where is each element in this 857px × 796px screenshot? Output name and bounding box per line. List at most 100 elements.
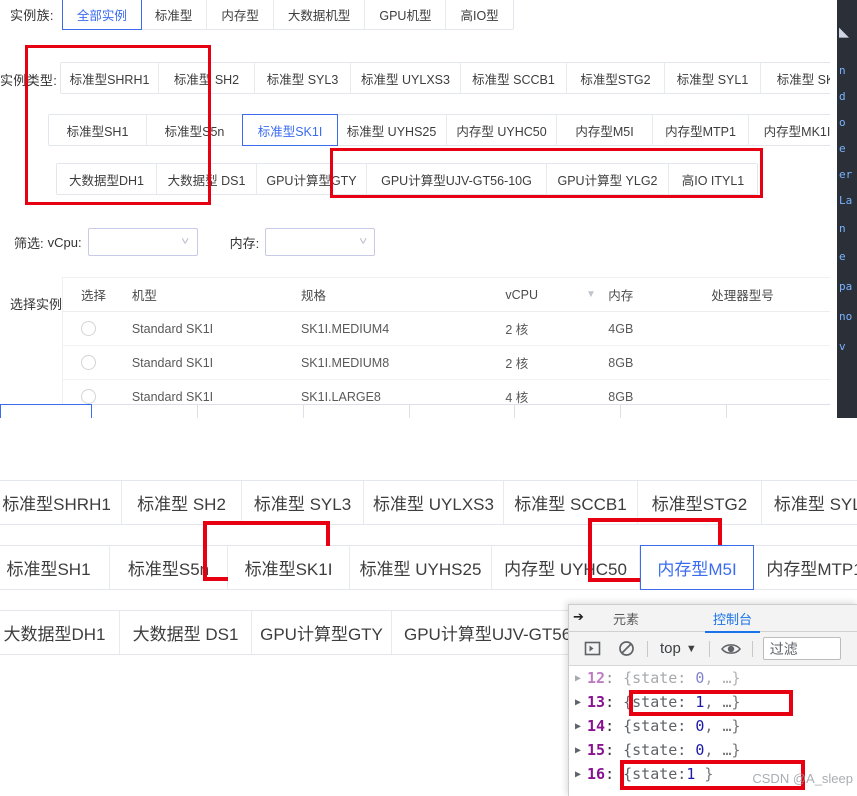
type-tab-stg2[interactable]: 标准型STG2 [567,63,665,93]
memory-select[interactable]: ˅ [265,228,376,256]
row-memory: 4GB [608,321,634,336]
console-line[interactable]: ▶ 14: {state: 0, …} [569,714,857,738]
ztype-tab-uyhs25[interactable]: 标准型 UYHS25 [350,546,492,589]
ztype-tab-sk1i[interactable]: 标准型SK1I [228,546,350,589]
zoom-type-row-2[interactable]: 标准型SH1 标准型S5n 标准型SK1I 标准型 UYHS25 内存型 UYH… [0,545,857,590]
type-tab-syl3[interactable]: 标准型 SYL3 [255,63,351,93]
console-line-index: 13 [587,693,606,711]
devtools-edge-strip: ◣ n d o e er La n e pa no v [830,0,857,418]
console-line-index: 14 [587,717,606,735]
ztype-tab-ds1[interactable]: 大数据型 DS1 [120,611,252,654]
instance-type-row-1[interactable]: 标准型SHRH1 标准型 SH2 标准型 SYL3 标准型 UYLXS3 标准型… [60,62,857,94]
instance-type-row-3[interactable]: 大数据型DH1 大数据型 DS1 GPU计算型GTY GPU计算型UJV-GT5… [56,163,758,195]
ztype-tab-syl1[interactable]: 标准型 SYL1 [762,481,857,524]
console-context-selector[interactable]: top ▼ [652,640,705,657]
radio-icon[interactable] [81,355,96,370]
type-tab-gty[interactable]: GPU计算型GTY [257,164,367,194]
expand-arrow-icon[interactable]: ▶ [575,769,587,780]
clear-console-icon[interactable] [609,632,643,665]
console-state-value: 0 [695,717,705,735]
radio-icon[interactable] [81,321,96,336]
ztype-tab-uyhc50[interactable]: 内存型 UYHC50 [492,546,640,589]
type-tab-shrh1[interactable]: 标准型SHRH1 [61,63,159,93]
console-filter-input[interactable]: 过滤 [762,637,841,660]
funnel-icon[interactable]: ▼ [586,289,596,300]
ztype-tab-uylxs3[interactable]: 标准型 UYLXS3 [364,481,504,524]
row-spec: SK1I.MEDIUM4 [300,321,390,336]
family-tab-all[interactable]: 全部实例 [61,0,142,30]
ztype-tab-shrh1[interactable]: 标准型SHRH1 [0,481,122,524]
row-vcpu: 2 核 [505,357,529,371]
family-tab-bigdata[interactable]: 大数据机型 [273,0,366,29]
type-tab-ujv-gt56-10g[interactable]: GPU计算型UJV-GT56-10G [367,164,547,194]
family-tab-standard[interactable]: 标准型 [140,0,208,29]
console-line-index: 15 [587,741,606,759]
type-tab-sk1i[interactable]: 标准型SK1I [242,114,338,146]
console-line-index: 12 [587,669,606,687]
type-tab-uyhs25[interactable]: 标准型 UYHS25 [337,115,447,145]
type-tab-syl1[interactable]: 标准型 SYL1 [665,63,761,93]
table-row[interactable]: Standard SK1I SK1I.MEDIUM4 2 核 4GB [63,312,833,346]
row-radio[interactable] [63,389,120,404]
th-vcpu: vCPU ▼ [493,288,596,302]
type-tab-uylxs3[interactable]: 标准型 UYLXS3 [351,63,461,93]
type-tab-dh1[interactable]: 大数据型DH1 [57,164,157,194]
type-tab-m5i[interactable]: 内存型M5I [557,115,653,145]
expand-arrow-icon[interactable]: ▶ [575,697,587,708]
type-tab-sccb1[interactable]: 标准型 SCCB1 [461,63,567,93]
expand-arrow-icon[interactable]: ▶ [575,673,587,684]
screenshot-root: 实例族: 全部实例 标准型 内存型 大数据机型 GPU机型 高IO型 实例类型:… [0,0,857,796]
type-tab-sh2[interactable]: 标准型 SH2 [159,63,255,93]
ztype-tab-stg2[interactable]: 标准型STG2 [638,481,762,524]
instance-family-tabs[interactable]: 全部实例 标准型 内存型 大数据机型 GPU机型 高IO型 [61,0,514,30]
console-line[interactable]: ▶ 12: {state: 0, …} [569,666,857,690]
vcpu-label: vCpu: [47,234,82,250]
devtools-tab-elements[interactable]: 元素 [605,605,647,631]
instance-family-label: 实例族: [10,7,54,23]
row-radio[interactable] [63,355,120,370]
radio-icon[interactable] [81,389,96,404]
type-tab-mtp1[interactable]: 内存型MTP1 [653,115,749,145]
row-memory: 8GB [608,355,634,370]
instance-type-row-2[interactable]: 标准型SH1 标准型S5n 标准型SK1I 标准型 UYHS25 内存型 UYH… [48,114,846,146]
console-line[interactable]: ▶ 15: {state: 0, …} [569,738,857,762]
table-row[interactable]: Standard SK1I SK1I.MEDIUM8 2 核 8GB [63,346,833,380]
console-sidebar-icon[interactable] [575,632,609,665]
code-fragment: n [839,64,846,77]
type-tab-s5n[interactable]: 标准型S5n [147,115,243,145]
code-fragment: v [839,340,846,353]
ztype-tab-sccb1[interactable]: 标准型 SCCB1 [504,481,638,524]
type-tab-sh1[interactable]: 标准型SH1 [49,115,147,145]
devtools-tab-console[interactable]: 控制台 [705,605,761,633]
row-radio[interactable] [63,321,120,336]
expand-arrow-icon[interactable]: ▶ [575,721,587,732]
ztype-tab-sh1[interactable]: 标准型SH1 [0,546,110,589]
type-tab-ds1[interactable]: 大数据型 DS1 [157,164,257,194]
family-tab-memory[interactable]: 内存型 [207,0,274,29]
vcpu-select[interactable]: ˅ [87,228,198,256]
ztype-tab-gty[interactable]: GPU计算型GTY [252,611,392,654]
inspect-cursor-icon[interactable]: ➔ [573,609,584,625]
ztype-tab-sh2[interactable]: 标准型 SH2 [122,481,242,524]
ztype-tab-mtp1[interactable]: 内存型MTP1 [754,546,857,589]
type-tab-uyhc50[interactable]: 内存型 UYHC50 [447,115,557,145]
zoom-type-row-3[interactable]: 大数据型DH1 大数据型 DS1 GPU计算型GTY GPU计算型UJV-GT5… [0,610,622,655]
cutoff-tab [621,404,728,418]
type-tab-itly1[interactable]: 高IO ITYL1 [669,164,757,194]
code-fragment: er [839,168,853,181]
family-tab-gpu[interactable]: GPU机型 [365,0,447,29]
code-fragment: no [839,310,853,323]
expand-arrow-icon[interactable]: ▶ [575,745,587,756]
console-state-value: 1 [695,693,705,711]
ztype-tab-dh1[interactable]: 大数据型DH1 [0,611,120,654]
live-expression-eye-icon[interactable] [714,632,748,665]
devtools-tab-bar: ➔ 元素 控制台 [569,605,857,633]
type-tab-ylg2[interactable]: GPU计算型 YLG2 [547,164,669,194]
ztype-tab-syl3[interactable]: 标准型 SYL3 [242,481,364,524]
zoom-type-row-1[interactable]: 标准型SHRH1 标准型 SH2 标准型 SYL3 标准型 UYLXS3 标准型… [0,480,857,525]
ztype-tab-m5i[interactable]: 内存型M5I [640,545,754,590]
console-line[interactable]: ▶ 13: {state: 1, …} [569,690,857,714]
ztype-tab-s5n[interactable]: 标准型S5n [110,546,228,589]
devtools-partial-icon: ◣ [839,24,849,39]
family-tab-highio[interactable]: 高IO型 [446,0,513,29]
